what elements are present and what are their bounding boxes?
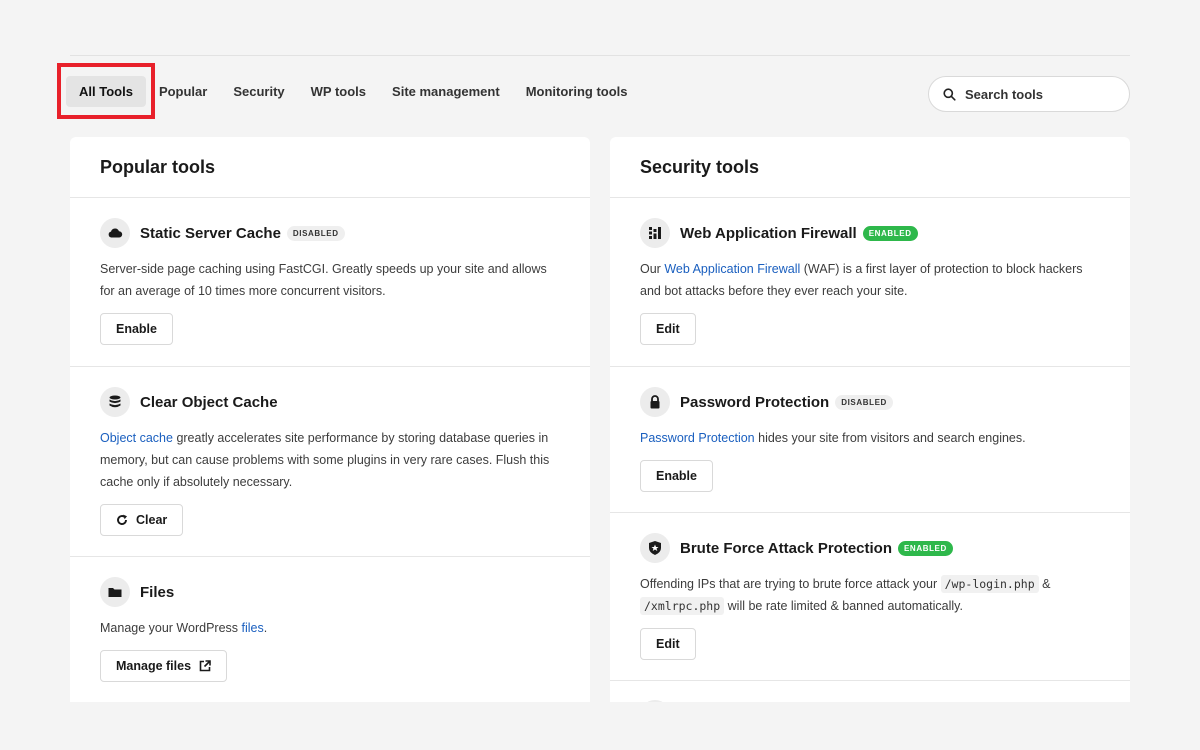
tab-site-management[interactable]: Site management bbox=[379, 76, 513, 107]
database-icon bbox=[109, 395, 121, 408]
password-protection-link[interactable]: Password Protection bbox=[640, 431, 755, 445]
cloud-icon bbox=[108, 228, 123, 238]
shield-icon bbox=[649, 541, 661, 555]
clear-button[interactable]: Clear bbox=[100, 504, 184, 536]
tool-name: Clear Object Cache bbox=[140, 393, 278, 411]
tool-files: Files Manage your WordPress files. Manag… bbox=[70, 557, 590, 702]
manage-files-button[interactable]: Manage files bbox=[100, 650, 228, 682]
tab-all-tools[interactable]: All Tools bbox=[66, 75, 146, 107]
tool-tabs: All Tools Popular Security WP tools Site… bbox=[66, 75, 641, 107]
waf-link[interactable]: Web Application Firewall bbox=[664, 262, 800, 276]
tool-password-protection: Password Protection DISABLED Password Pr… bbox=[610, 367, 1130, 513]
edit-button[interactable]: Edit bbox=[640, 628, 696, 660]
tool-clear-object-cache: Clear Object Cache Object cache greatly … bbox=[70, 367, 590, 557]
security-tools-panel: Security tools Web Application Firewall … bbox=[610, 137, 1130, 702]
code-xmlrpc: /xmlrpc.php bbox=[640, 597, 725, 615]
tab-wp-tools[interactable]: WP tools bbox=[298, 76, 379, 107]
partial-icon bbox=[640, 700, 670, 702]
edit-button[interactable]: Edit bbox=[640, 313, 696, 345]
folder-icon bbox=[108, 588, 122, 597]
tool-name: Password Protection bbox=[680, 393, 830, 411]
tool-name: Web Application Firewall bbox=[680, 224, 857, 242]
tool-next-partial bbox=[610, 681, 1130, 702]
firewall-icon bbox=[649, 227, 661, 239]
top-divider bbox=[70, 55, 1130, 56]
search-icon bbox=[943, 87, 956, 101]
tool-description: Manage your WordPress files. bbox=[100, 621, 268, 635]
tool-description: Object cache greatly accelerates site pe… bbox=[100, 431, 550, 489]
tool-description: Our Web Application Firewall (WAF) is a … bbox=[640, 262, 1083, 298]
lock-icon bbox=[650, 395, 660, 409]
status-badge: ENABLED bbox=[862, 225, 918, 241]
panel-title: Security tools bbox=[610, 137, 1130, 198]
tool-name: Static Server Cache bbox=[140, 224, 281, 242]
tool-description: Offending IPs that are trying to brute f… bbox=[640, 575, 1051, 615]
refresh-icon bbox=[117, 514, 127, 525]
files-link[interactable]: files bbox=[242, 621, 264, 635]
tool-description: Server-side page caching using FastCGI. … bbox=[100, 262, 547, 298]
tool-description: Password Protection hides your site from… bbox=[640, 431, 1026, 445]
tool-web-application-firewall: Web Application Firewall ENABLED Our Web… bbox=[610, 198, 1130, 367]
external-link-icon bbox=[199, 660, 211, 672]
object-cache-link[interactable]: Object cache bbox=[100, 431, 173, 445]
tab-security[interactable]: Security bbox=[220, 76, 297, 107]
tool-name: Brute Force Attack Protection bbox=[680, 539, 892, 557]
search-input[interactable] bbox=[965, 86, 1105, 102]
enable-button[interactable]: Enable bbox=[100, 313, 173, 345]
search-box[interactable] bbox=[928, 76, 1130, 112]
code-wp-login: /wp-login.php bbox=[940, 575, 1039, 593]
panel-title: Popular tools bbox=[70, 137, 590, 198]
tab-monitoring-tools[interactable]: Monitoring tools bbox=[513, 76, 641, 107]
tool-brute-force-protection: Brute Force Attack Protection ENABLED Of… bbox=[610, 513, 1130, 681]
status-badge: ENABLED bbox=[898, 540, 953, 556]
enable-button[interactable]: Enable bbox=[640, 460, 713, 492]
tool-static-server-cache: Static Server Cache DISABLED Server-side… bbox=[70, 198, 590, 367]
status-badge: DISABLED bbox=[835, 394, 893, 410]
popular-tools-panel: Popular tools Static Server Cache DISABL… bbox=[70, 137, 590, 702]
tool-name: Files bbox=[140, 583, 175, 601]
status-badge: DISABLED bbox=[286, 225, 345, 241]
tab-popular[interactable]: Popular bbox=[146, 76, 220, 107]
